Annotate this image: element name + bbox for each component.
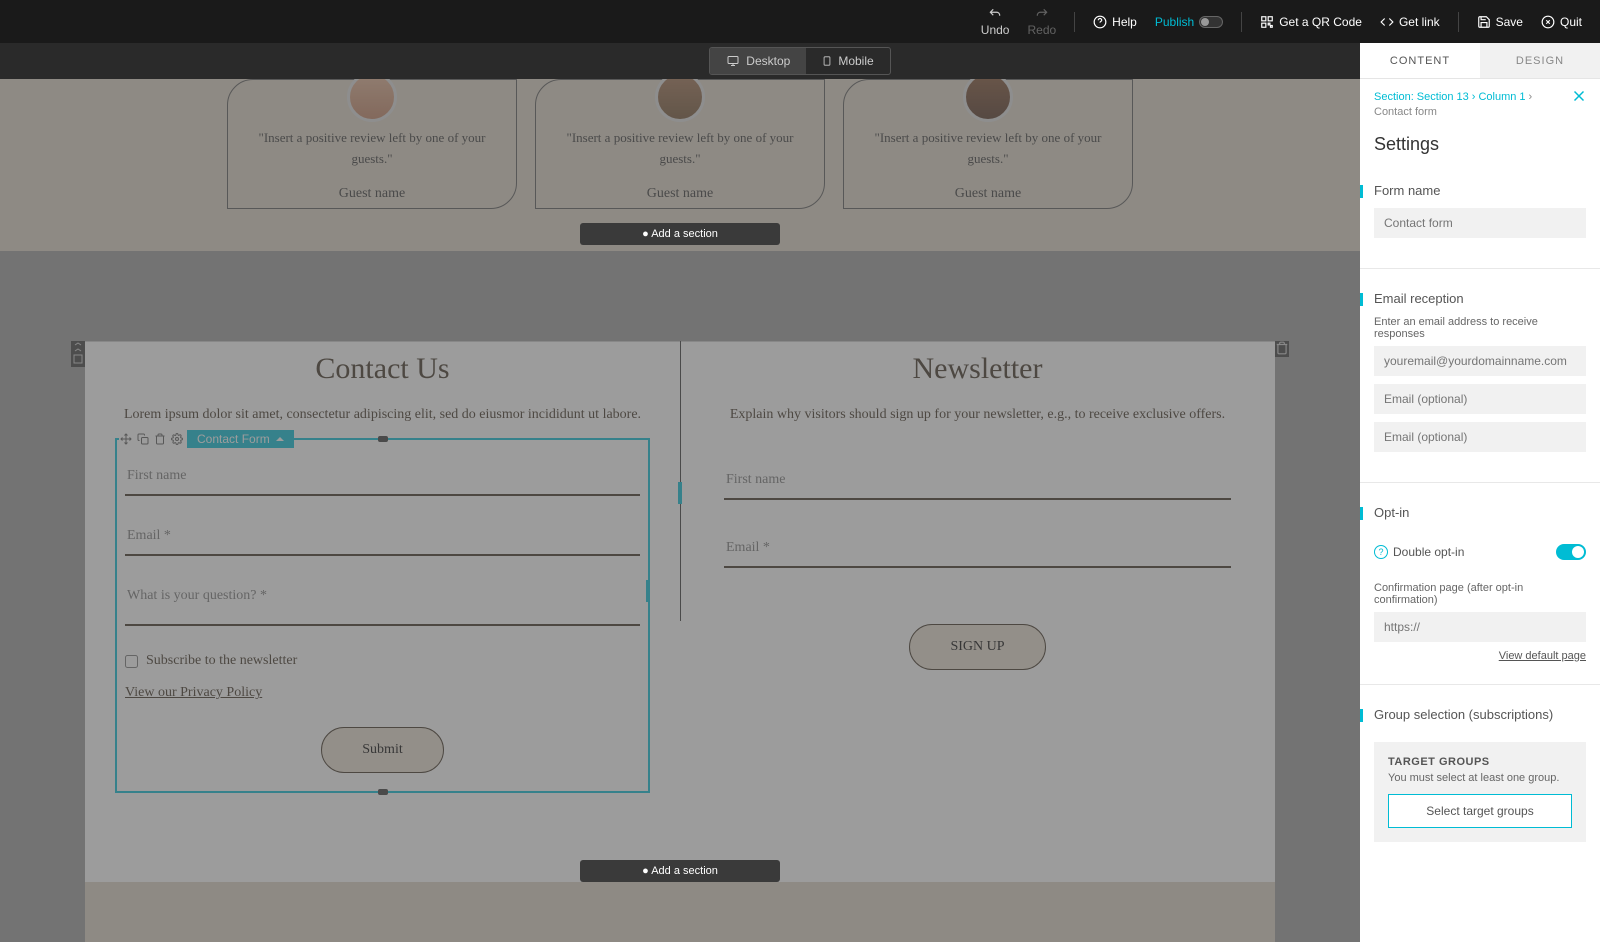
bc-section[interactable]: Section: Section 13 xyxy=(1374,91,1469,103)
newsletter-first-name[interactable] xyxy=(724,462,1231,500)
publish-toggle[interactable]: Publish xyxy=(1155,15,1223,29)
form-name-label: Form name xyxy=(1374,183,1586,208)
double-optin-label: ? Double opt-in xyxy=(1374,545,1464,559)
bc-current: Contact form xyxy=(1374,106,1437,118)
email3-input[interactable] xyxy=(1374,422,1586,452)
forms-section: Contact Us Lorem ipsum dolor sit amet, c… xyxy=(85,341,1275,942)
question-textarea[interactable] xyxy=(125,578,640,626)
bc-column[interactable]: Column 1 xyxy=(1478,91,1525,103)
optin-label: Opt-in xyxy=(1374,505,1586,530)
add-section-button[interactable]: ● Add a section xyxy=(580,223,780,245)
newsletter-subtitle: Explain why visitors should sign up for … xyxy=(710,404,1245,426)
help-button[interactable]: Help xyxy=(1093,15,1137,29)
move-icon[interactable] xyxy=(119,432,133,446)
desktop-button[interactable]: Desktop xyxy=(710,48,806,74)
newsletter-email[interactable] xyxy=(724,530,1231,568)
tab-content[interactable]: CONTENT xyxy=(1360,43,1480,78)
avatar xyxy=(963,79,1013,122)
avatar xyxy=(347,79,397,122)
group-selection-label: Group selection (subscriptions) xyxy=(1374,707,1586,732)
element-tag[interactable]: Contact Form xyxy=(187,430,294,448)
undo-button[interactable]: Undo xyxy=(981,7,1010,37)
target-groups-title: TARGET GROUPS xyxy=(1388,756,1572,768)
first-name-input[interactable] xyxy=(125,458,640,496)
contact-title: Contact Us xyxy=(115,352,650,386)
copy-icon[interactable] xyxy=(136,432,150,446)
contact-column: Contact Us Lorem ipsum dolor sit amet, c… xyxy=(85,342,680,942)
form-name-input[interactable] xyxy=(1374,208,1586,238)
breadcrumb: Section: Section 13 › Column 1 › Contact… xyxy=(1360,91,1600,126)
settings-icon[interactable] xyxy=(170,432,184,446)
close-icon[interactable] xyxy=(1570,87,1588,111)
double-optin-toggle[interactable] xyxy=(1556,544,1586,560)
redo-button[interactable]: Redo xyxy=(1027,7,1056,37)
testimonial-card: "Insert a positive review left by one of… xyxy=(843,79,1133,209)
newsletter-title: Newsletter xyxy=(710,352,1245,386)
signup-button[interactable]: SIGN UP xyxy=(909,624,1045,670)
section-handle-left[interactable] xyxy=(71,341,85,367)
select-target-button[interactable]: Select target groups xyxy=(1388,794,1572,828)
resize-handle[interactable] xyxy=(678,482,682,504)
confirm-url-input[interactable] xyxy=(1374,612,1586,642)
subscribe-checkbox[interactable]: Subscribe to the newsletter xyxy=(125,653,640,669)
panel-title: Settings xyxy=(1360,126,1600,173)
testimonial-card: "Insert a positive review left by one of… xyxy=(227,79,517,209)
contact-form-selected[interactable]: Contact Form Subscribe to the newsletter… xyxy=(115,438,650,793)
quit-button[interactable]: Quit xyxy=(1541,15,1582,29)
getlink-button[interactable]: Get link xyxy=(1380,15,1440,29)
email2-input[interactable] xyxy=(1374,384,1586,414)
canvas: "Insert a positive review left by one of… xyxy=(0,79,1360,942)
topbar: Undo Redo Help Publish Get a QR Code Get… xyxy=(0,0,1600,43)
device-toggle: Desktop Mobile xyxy=(709,47,890,75)
view-default-link[interactable]: View default page xyxy=(1374,650,1586,662)
delete-icon[interactable] xyxy=(153,432,167,446)
email-input[interactable] xyxy=(125,518,640,556)
testimonial-card: "Insert a positive review left by one of… xyxy=(535,79,825,209)
mobile-button[interactable]: Mobile xyxy=(806,48,889,74)
email-reception-label: Email reception xyxy=(1374,291,1586,316)
submit-button[interactable]: Submit xyxy=(321,727,443,773)
avatar xyxy=(655,79,705,122)
tab-design[interactable]: DESIGN xyxy=(1480,43,1600,78)
target-groups-box: TARGET GROUPS You must select at least o… xyxy=(1374,742,1586,842)
section-delete[interactable] xyxy=(1275,341,1289,357)
email-help: Enter an email address to receive respon… xyxy=(1374,316,1586,340)
contact-subtitle: Lorem ipsum dolor sit amet, consectetur … xyxy=(115,404,650,426)
email1-input[interactable] xyxy=(1374,346,1586,376)
target-groups-help: You must select at least one group. xyxy=(1388,772,1572,784)
resize-handle[interactable] xyxy=(646,580,650,602)
newsletter-column: Newsletter Explain why visitors should s… xyxy=(680,342,1275,942)
element-toolbar: Contact Form xyxy=(119,430,294,448)
qr-button[interactable]: Get a QR Code xyxy=(1260,15,1362,29)
privacy-link[interactable]: View our Privacy Policy xyxy=(125,685,262,700)
add-section-button-bottom[interactable]: ● Add a section xyxy=(580,860,780,882)
confirm-label: Confirmation page (after opt-in confirma… xyxy=(1374,582,1586,606)
help-icon[interactable]: ? xyxy=(1374,545,1388,559)
side-panel: CONTENT DESIGN Section: Section 13 › Col… xyxy=(1360,43,1600,942)
save-button[interactable]: Save xyxy=(1477,15,1523,29)
